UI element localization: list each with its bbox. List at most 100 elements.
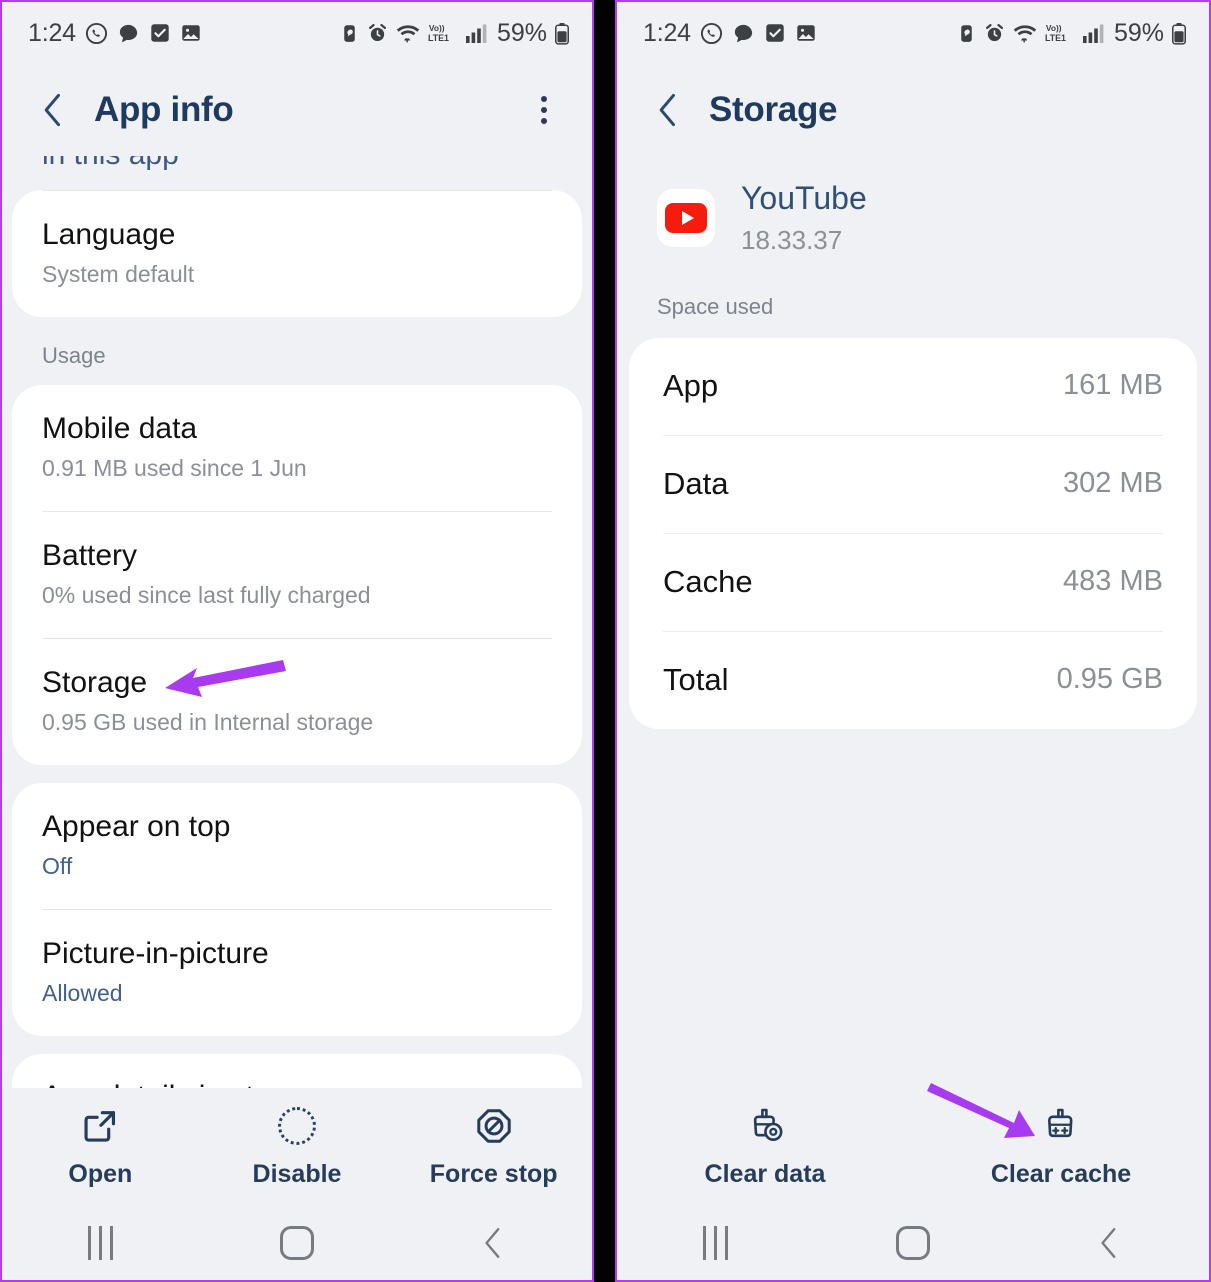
space-row-app-label: App: [663, 367, 719, 403]
app-bar-right: Storage: [617, 64, 1209, 156]
octagon-slash-icon: [475, 1105, 513, 1147]
row-language[interactable]: Language System default: [42, 190, 552, 317]
chevron-left-icon: [44, 93, 60, 127]
kebab-dot-3: [541, 118, 547, 124]
row-picture-in-picture-title: Picture-in-picture: [42, 936, 269, 970]
recents-icon: [703, 1226, 729, 1260]
left-phone-panel: 1:24 Vo)) LTE1 59% App info Language Sys…: [0, 0, 594, 1282]
row-mobile-data-subtitle: 0.91 MB used since 1 Jun: [42, 455, 307, 482]
signal-bars-icon: [465, 23, 487, 44]
row-appear-on-top-subtitle: Off: [42, 853, 73, 880]
force-stop-button[interactable]: Force stop: [395, 1105, 592, 1189]
volte-lte1-icon: Vo)) LTE1: [1045, 22, 1075, 44]
svg-text:Vo)): Vo)): [1046, 23, 1062, 33]
back-icon: [1101, 1228, 1116, 1258]
row-language-subtitle: System default: [42, 261, 195, 288]
page-title-left: App info: [94, 90, 234, 129]
clear-cache-label: Clear cache: [990, 1160, 1132, 1188]
battery-icon: [554, 22, 570, 45]
group-gap-2: [2, 1036, 592, 1054]
back-button-nav-left[interactable]: [395, 1226, 592, 1260]
battery-icon: [1171, 22, 1187, 45]
status-bar-right-left-group: 1:24: [643, 19, 817, 48]
checkbox-icon: [149, 22, 171, 44]
home-button-right[interactable]: [814, 1226, 1011, 1260]
recents-button-right[interactable]: [617, 1226, 814, 1260]
chat-bubble-icon: [732, 22, 755, 45]
recents-button-left[interactable]: [2, 1226, 199, 1260]
clear-data-button[interactable]: Clear data: [617, 1105, 913, 1189]
section-label-space-used: Space used: [657, 293, 774, 319]
space-row-total: Total 0.95 GB: [663, 630, 1163, 729]
chat-bubble-icon: [117, 22, 140, 45]
language-card: Language System default: [12, 190, 582, 317]
dotted-circle-icon: [278, 1105, 316, 1147]
image-icon: [795, 22, 817, 44]
app-meta: YouTube 18.33.37: [741, 180, 867, 256]
space-row-cache: Cache 483 MB: [663, 532, 1163, 631]
svg-text:Vo)): Vo)): [429, 23, 445, 33]
app-header: YouTube 18.33.37: [617, 156, 1209, 294]
disable-button[interactable]: Disable: [199, 1105, 396, 1189]
recents-icon: [87, 1226, 113, 1260]
clipped-bottom-label: App details in store: [42, 1080, 297, 1088]
force-stop-button-label: Force stop: [429, 1160, 558, 1188]
row-storage-title: Storage: [42, 665, 148, 699]
overflow-menu-button[interactable]: [522, 88, 566, 132]
alarm-icon: [984, 23, 1005, 44]
alarm-icon: [367, 23, 388, 44]
action-bar-right: Clear data Clear cache: [617, 1088, 1209, 1206]
space-row-app: App 161 MB: [663, 338, 1163, 435]
back-button-right[interactable]: [647, 88, 691, 132]
row-picture-in-picture[interactable]: Picture-in-picture Allowed: [42, 908, 552, 1036]
row-storage-subtitle: 0.95 GB used in Internal storage: [42, 709, 374, 736]
row-battery-title: Battery: [42, 538, 138, 572]
row-picture-in-picture-subtitle: Allowed: [42, 980, 123, 1007]
svg-text:LTE1: LTE1: [428, 33, 449, 43]
youtube-play-badge: [665, 202, 707, 233]
space-row-data-label: Data: [663, 465, 729, 501]
status-bar-left-group: 1:24: [28, 19, 202, 48]
space-row-cache-label: Cache: [663, 563, 753, 599]
row-appear-on-top[interactable]: Appear on top Off: [42, 783, 552, 909]
group-gap-1: [2, 765, 592, 783]
status-bar-right-group: Vo)) LTE1 59%: [339, 19, 570, 48]
back-button-left[interactable]: [32, 88, 76, 132]
youtube-icon: [657, 188, 715, 247]
section-label-usage: Usage: [42, 342, 106, 368]
kebab-dot-1: [541, 96, 547, 102]
space-row-app-value: 161 MB: [1063, 369, 1163, 402]
back-icon: [485, 1228, 500, 1258]
back-button-nav-right[interactable]: [1012, 1226, 1209, 1260]
kebab-dot-2: [541, 107, 547, 113]
row-battery[interactable]: Battery 0% used since last fully charged: [42, 510, 552, 638]
settings-scroll-area-left[interactable]: in this app Language System default Usag…: [2, 156, 592, 1088]
page-title-right: Storage: [709, 90, 838, 129]
row-storage[interactable]: Storage 0.95 GB used in Internal storage: [42, 637, 552, 765]
clipped-top-row[interactable]: in this app: [12, 156, 582, 190]
nav-bar-right: [617, 1206, 1209, 1280]
clear-data-label: Clear data: [704, 1160, 826, 1188]
display-card: Appear on top Off Picture-in-picture All…: [12, 782, 582, 1036]
home-button-left[interactable]: [199, 1226, 396, 1260]
clear-cache-button[interactable]: Clear cache: [913, 1105, 1209, 1189]
image-icon: [180, 22, 202, 44]
row-language-title: Language: [42, 218, 176, 251]
row-mobile-data-title: Mobile data: [42, 411, 198, 445]
clipped-top-label: in this app: [42, 156, 179, 172]
battery-percent: 59%: [496, 18, 547, 47]
space-row-data-value: 302 MB: [1063, 467, 1163, 500]
youtube-play-triangle: [681, 210, 694, 225]
row-appear-on-top-title: Appear on top: [42, 809, 231, 843]
dotted-circle-shape: [278, 1107, 316, 1145]
app-bar-left: App info: [2, 64, 592, 156]
storage-scroll-area[interactable]: YouTube 18.33.37 Space used App 161 MB D…: [617, 156, 1209, 1088]
space-row-total-value: 0.95 GB: [1056, 663, 1163, 696]
clipped-bottom-row[interactable]: App details in store: [12, 1053, 582, 1088]
usage-card: Mobile data 0.91 MB used since 1 Jun Bat…: [12, 384, 582, 765]
whatsapp-icon: [85, 22, 108, 45]
row-mobile-data[interactable]: Mobile data 0.91 MB used since 1 Jun: [42, 385, 552, 511]
status-time: 1:24: [28, 18, 76, 47]
disable-button-label: Disable: [252, 1160, 342, 1188]
open-button[interactable]: Open: [2, 1105, 199, 1189]
